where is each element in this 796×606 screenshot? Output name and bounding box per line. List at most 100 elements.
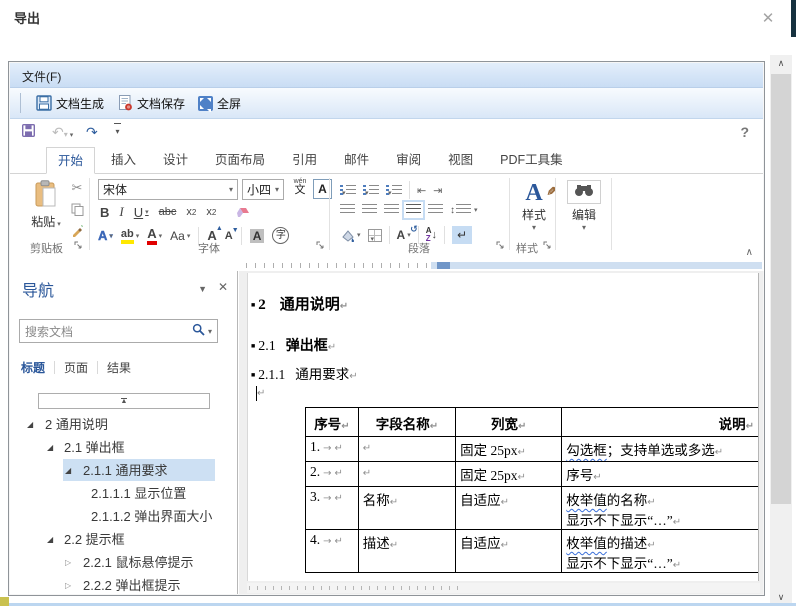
- nav-tab-results[interactable]: 结果: [98, 359, 140, 376]
- document-page[interactable]: ■2通用说明↵ ■2.1弹出框↵ ■2.1.1通用要求↵ ↵ 序号↵字段名称↵列…: [247, 273, 759, 581]
- tree-collapsed-icon[interactable]: ▷: [65, 551, 71, 574]
- navigation-close-icon[interactable]: ✕: [218, 280, 228, 294]
- tab-design[interactable]: 设计: [152, 147, 199, 174]
- text-highlight-button[interactable]: ab: [121, 228, 139, 244]
- underline-button[interactable]: U: [134, 205, 149, 220]
- line-spacing-icon[interactable]: ↕: [450, 204, 478, 216]
- table-row: 3.→↵名称↵自适应↵枚举值的名称↵显示不下显示“…”↵: [306, 487, 759, 530]
- tree-expanded-icon[interactable]: ◢: [27, 413, 33, 436]
- nav-tree-item[interactable]: 2.1.1.2 弹出界面大小: [10, 505, 235, 528]
- tab-page-layout[interactable]: 页面布局: [204, 147, 276, 174]
- close-icon[interactable]: ✕: [756, 8, 780, 30]
- tree-expanded-icon[interactable]: ◢: [65, 459, 71, 482]
- nav-tab-headings[interactable]: 标题: [19, 359, 54, 376]
- tree-expanded-icon[interactable]: ◢: [47, 436, 53, 459]
- nav-tree-item[interactable]: ▷2.2.2 弹出框提示: [10, 574, 235, 597]
- distribute-icon[interactable]: [428, 204, 443, 216]
- borders-icon[interactable]: [368, 229, 382, 242]
- cell-index: 4.→↵: [306, 530, 359, 573]
- cell-field-name: 名称↵: [358, 487, 455, 530]
- save-icon[interactable]: [22, 123, 35, 141]
- multilevel-list-icon[interactable]: [386, 184, 402, 196]
- nav-tree-item[interactable]: ▷2.2.1 鼠标悬停提示: [10, 551, 235, 574]
- font-dialog-launcher-icon[interactable]: [316, 241, 326, 251]
- subscript-button[interactable]: x2: [186, 206, 196, 218]
- italic-button[interactable]: I: [119, 204, 123, 220]
- dialog-scrollbar[interactable]: ∧ ∨: [770, 55, 792, 606]
- nav-tree-item[interactable]: ◢2 通用说明: [10, 413, 235, 436]
- scroll-up-icon[interactable]: ∧: [770, 55, 792, 72]
- tab-home[interactable]: 开始: [46, 147, 95, 174]
- generate-document-button[interactable]: 文档生成: [29, 91, 110, 115]
- tab-view[interactable]: 视图: [437, 147, 484, 174]
- tab-references[interactable]: 引用: [281, 147, 328, 174]
- styles-dialog-launcher-icon[interactable]: [543, 241, 553, 251]
- tab-pdf-tools[interactable]: PDF工具集: [489, 147, 574, 174]
- copy-icon[interactable]: [68, 201, 86, 217]
- font-color-button[interactable]: A: [147, 226, 162, 245]
- decrease-indent-icon[interactable]: ⇤: [417, 184, 426, 197]
- font-size-combobox[interactable]: 小四: [242, 179, 284, 200]
- clipboard-dialog-launcher-icon[interactable]: [74, 241, 84, 251]
- heading-bullet-icon: ■: [251, 301, 255, 309]
- file-menu-bar[interactable]: 文件(F): [10, 63, 763, 88]
- nav-tree-item[interactable]: ◢2.1.1 通用要求: [10, 459, 235, 482]
- change-case-button[interactable]: Aa: [170, 229, 190, 243]
- font-name-combobox[interactable]: 宋体: [98, 179, 238, 200]
- undo-icon[interactable]: ↶▾: [52, 123, 73, 145]
- shrink-font-button[interactable]: A▼: [225, 230, 233, 242]
- search-input[interactable]: 搜索文档 ▾: [19, 319, 218, 343]
- navigation-options-caret-icon[interactable]: ▼: [198, 284, 207, 294]
- customize-qat-icon[interactable]: ▾: [114, 123, 121, 141]
- nav-tree-item[interactable]: ◢ 2.2 提示框: [10, 528, 235, 551]
- tree-collapsed-icon[interactable]: ▷: [65, 574, 71, 597]
- align-right-icon[interactable]: [384, 204, 399, 216]
- nav-tab-pages[interactable]: 页面: [55, 359, 97, 376]
- clear-formatting-icon[interactable]: [234, 206, 250, 218]
- jump-to-top-button[interactable]: ▲: [38, 393, 210, 409]
- tree-item-label: 2.2 提示框: [64, 528, 125, 551]
- align-center-icon[interactable]: [362, 204, 377, 216]
- paste-button[interactable]: 粘贴: [24, 180, 68, 230]
- table-row: 4.→↵描述↵自适应↵枚举值的描述↵显示不下显示“…”↵: [306, 530, 759, 573]
- justify-icon[interactable]: [406, 204, 421, 216]
- tree-expanded-icon[interactable]: ◢: [47, 528, 53, 551]
- paragraph-dialog-launcher-icon[interactable]: [496, 241, 506, 251]
- redo-icon[interactable]: ↷: [86, 123, 98, 141]
- file-menu-label[interactable]: 文件(F): [22, 68, 61, 85]
- strikethrough-button[interactable]: abc: [159, 206, 177, 218]
- nav-tree-item[interactable]: ◢2.1 弹出框: [10, 436, 235, 459]
- align-left-icon[interactable]: [340, 204, 355, 216]
- shading-bucket-icon[interactable]: [340, 229, 361, 242]
- text-effects-button[interactable]: A: [98, 228, 113, 243]
- collapse-ribbon-icon[interactable]: ∧: [746, 247, 753, 258]
- tab-insert[interactable]: 插入: [100, 147, 147, 174]
- search-icon[interactable]: [192, 323, 205, 339]
- phonetic-guide-button[interactable]: wén 文: [290, 178, 310, 200]
- enclose-characters-button[interactable]: 字: [272, 227, 289, 244]
- editing-group[interactable]: 编辑 ▾: [562, 180, 606, 232]
- fullscreen-button[interactable]: 全屏: [191, 92, 247, 115]
- cut-icon[interactable]: ✂: [68, 180, 86, 196]
- undo-dropdown-caret[interactable]: ▾: [64, 130, 74, 139]
- tab-review[interactable]: 审阅: [385, 147, 432, 174]
- description-line: 勾选框；支持单选或多选↵: [566, 439, 754, 459]
- bold-button[interactable]: B: [100, 205, 109, 220]
- styles-button[interactable]: A✎ 样式 ▾: [516, 180, 552, 232]
- increase-indent-icon[interactable]: ⇥: [433, 184, 442, 197]
- scrollbar-thumb[interactable]: [771, 74, 791, 504]
- superscript-button[interactable]: x2: [206, 206, 216, 218]
- save-document-button[interactable]: 文档保存: [110, 91, 191, 115]
- tab-mailings[interactable]: 邮件: [333, 147, 380, 174]
- numbered-list-icon[interactable]: [363, 184, 379, 196]
- search-options-caret-icon[interactable]: ▾: [208, 327, 212, 336]
- bullet-list-icon[interactable]: [340, 184, 356, 196]
- group-separator: [555, 178, 556, 250]
- character-shading-button[interactable]: A: [250, 229, 265, 243]
- ribbon-tab-row: 开始 插入 设计 页面布局 引用 邮件 审阅 视图 PDF工具集: [10, 147, 763, 174]
- help-icon[interactable]: ?: [740, 124, 749, 140]
- show-hide-marks-icon[interactable]: ↵: [452, 226, 472, 244]
- fullscreen-arrows-icon: [197, 95, 214, 112]
- nav-tree-item[interactable]: 2.1.1.1 显示位置: [10, 482, 235, 505]
- format-painter-icon[interactable]: [68, 222, 86, 238]
